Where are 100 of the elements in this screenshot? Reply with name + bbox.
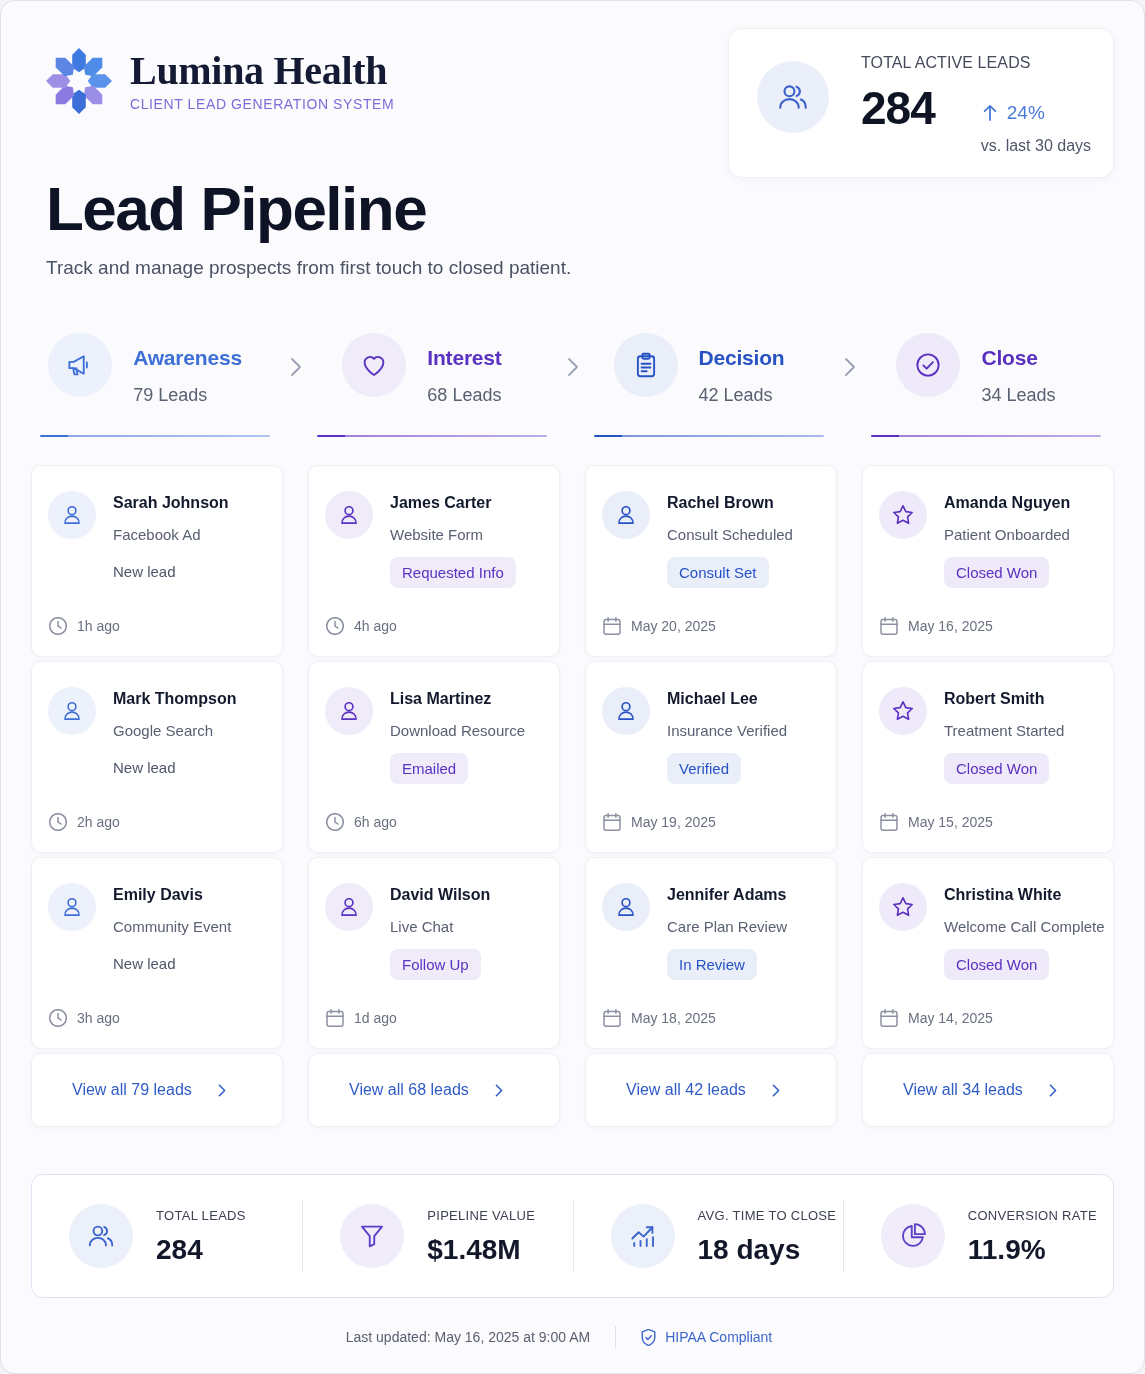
person-icon (325, 883, 373, 931)
status-label: New lead (113, 758, 177, 778)
lead-source: Google Search (113, 721, 215, 741)
person-icon (48, 883, 96, 931)
calendar-icon (326, 1009, 344, 1027)
kpi-value: 284 (861, 83, 935, 136)
chevron-right-icon (566, 357, 579, 377)
status-badge: In Review (667, 949, 757, 980)
lead-card[interactable]: Sarah Johnson Facebook Ad New lead 1h ago (31, 465, 283, 657)
person-icon (48, 491, 96, 539)
lead-time: May 18, 2025 (631, 1009, 716, 1028)
lead-source: Patient Onboarded (944, 525, 1071, 545)
lead-time: 6h ago (354, 813, 397, 832)
lead-card[interactable]: Christina White Welcome Call Complete Closed Won May 14, 2025 (862, 857, 1114, 1049)
calendar-icon (603, 813, 621, 831)
lead-time: 3h ago (77, 1009, 120, 1028)
metric-label: TOTAL LEADS (156, 1207, 246, 1225)
trend-percent: 24% (1006, 101, 1045, 125)
calendar-icon (603, 1009, 621, 1027)
stage-title: Close (981, 345, 1039, 371)
lead-name: James Carter (390, 493, 493, 513)
lead-name: Jennifer Adams (667, 885, 788, 905)
lead-time: 1h ago (77, 617, 120, 636)
clock-icon (49, 617, 67, 635)
lead-name: Sarah Johnson (113, 493, 229, 513)
chevron-right-icon (289, 357, 302, 377)
person-icon (602, 883, 650, 931)
brand-name: Lumina Health (130, 48, 389, 94)
metric-value: 284 (156, 1233, 204, 1267)
calendar-icon (603, 617, 621, 635)
lead-card[interactable]: David Wilson Live Chat Follow Up 1d ago (308, 857, 560, 1049)
lead-card[interactable]: Rachel Brown Consult Scheduled Consult Set May 20, 2025 (585, 465, 837, 657)
lead-time: May 14, 2025 (908, 1009, 993, 1028)
status-label: New lead (113, 954, 177, 974)
chevron-right-icon (217, 1083, 226, 1097)
lead-source: Care Plan Review (667, 917, 788, 937)
status-badge: Verified (667, 753, 742, 784)
clock-icon (326, 617, 344, 635)
page-title: Lead Pipeline (46, 174, 428, 244)
lead-name: Rachel Brown (667, 493, 775, 513)
calendar-icon (880, 1009, 898, 1027)
view-all-link[interactable]: View all 68 leads (349, 1079, 503, 1101)
lead-card[interactable]: James Carter Website Form Requested Info 4h ago (308, 465, 560, 657)
status-label: New lead (113, 562, 177, 582)
lead-source: Download Resource (390, 721, 526, 741)
lead-card[interactable]: Michael Lee Insurance Verified Verified May 19, 2025 (585, 661, 837, 853)
lead-name: Mark Thompson (113, 689, 237, 709)
lead-name: Christina White (944, 885, 1063, 905)
lead-card[interactable]: Robert Smith Treatment Started Closed Won May 15, 2025 (862, 661, 1114, 853)
status-badge: Emailed (390, 753, 469, 784)
page-subtitle: Track and manage prospects from first touch to closed patient. (46, 256, 573, 280)
lead-source: Facebook Ad (113, 525, 202, 545)
lead-time: May 20, 2025 (631, 617, 716, 636)
lead-card[interactable]: Emily Davis Community Event New lead 3h ago (31, 857, 283, 1049)
view-all-link[interactable]: View all 42 leads (626, 1079, 780, 1101)
brand-tagline: CLIENT LEAD GENERATION SYSTEM (130, 95, 395, 113)
lead-source: Website Form (390, 525, 485, 545)
lead-name: Lisa Martinez (390, 689, 493, 709)
person-icon (602, 491, 650, 539)
clock-icon (49, 1009, 67, 1027)
stage-count: 42 Leads (698, 384, 774, 407)
clock-icon (49, 813, 67, 831)
chevron-right-icon (494, 1083, 503, 1097)
status-badge: Requested Info (390, 557, 516, 588)
person-icon (325, 491, 373, 539)
status-badge: Consult Set (667, 557, 769, 588)
view-all-link[interactable]: View all 79 leads (72, 1079, 226, 1101)
status-badge: Follow Up (390, 949, 481, 980)
lead-name: Amanda Nguyen (944, 493, 1071, 513)
chevron-right-icon (1048, 1083, 1057, 1097)
lead-card[interactable]: Lisa Martinez Download Resource Emailed 6h ago (308, 661, 560, 853)
calendar-icon (880, 617, 898, 635)
metric-value: $1.48M (427, 1233, 522, 1267)
lead-time: 4h ago (354, 617, 397, 636)
compliance-label: HIPAA Compliant (665, 1328, 773, 1347)
stage-count: 34 Leads (981, 384, 1056, 407)
lead-source: Community Event (113, 917, 232, 937)
lead-card[interactable]: Jennifer Adams Care Plan Review In Review May 18, 2025 (585, 857, 837, 1049)
status-badge: Closed Won (944, 557, 1050, 588)
person-icon (325, 687, 373, 735)
lead-source: Consult Scheduled (667, 525, 793, 545)
lead-name: David Wilson (390, 885, 491, 905)
lead-card[interactable]: Amanda Nguyen Patient Onboarded Closed Won May 16, 2025 (862, 465, 1114, 657)
lead-time: May 19, 2025 (631, 813, 716, 832)
stage-title: Awareness (133, 345, 242, 371)
lead-name: Emily Davis (113, 885, 204, 905)
last-updated-text: Last updated: May 16, 2025 at 9:00 AM (345, 1328, 591, 1347)
lead-card[interactable]: Mark Thompson Google Search New lead 2h ago (31, 661, 283, 853)
status-badge: Closed Won (944, 949, 1050, 980)
lead-name: Michael Lee (667, 689, 759, 709)
stage-title: Decision (698, 345, 785, 371)
metric-value: 18 days (697, 1233, 802, 1267)
lead-time: 1d ago (354, 1009, 397, 1028)
person-icon (602, 687, 650, 735)
view-all-link[interactable]: View all 34 leads (903, 1079, 1057, 1101)
metric-value: 11.9% (967, 1233, 1047, 1267)
trend-note: vs. last 30 days (980, 136, 1092, 156)
lead-source: Insurance Verified (667, 721, 788, 741)
stage-count: 79 Leads (133, 384, 209, 407)
chevron-right-icon (771, 1083, 780, 1097)
